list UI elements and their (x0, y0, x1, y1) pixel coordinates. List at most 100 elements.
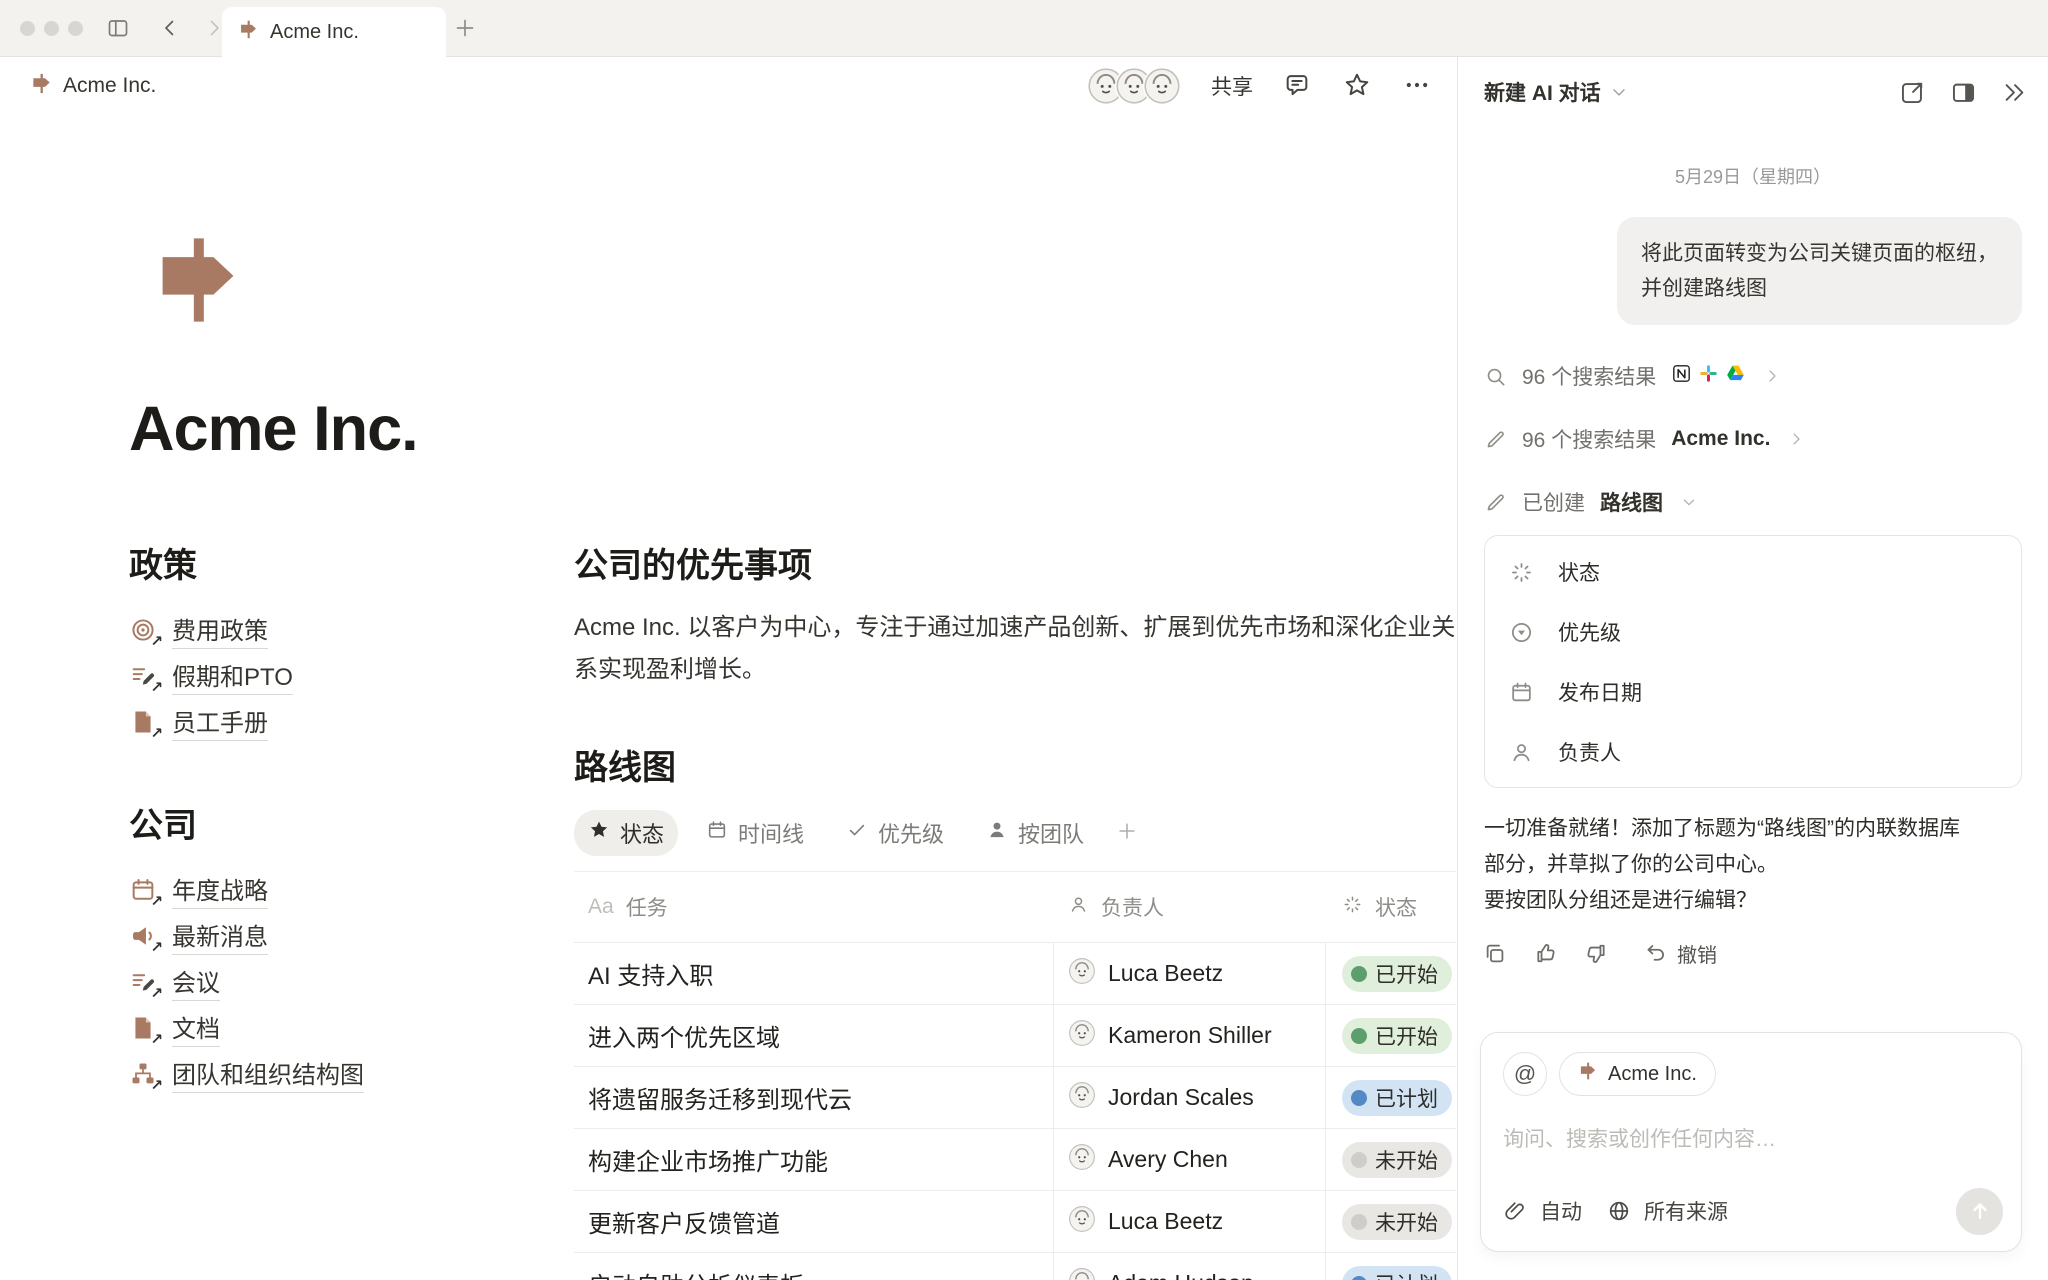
page-link[interactable]: ↗费用政策 (129, 607, 499, 653)
all-sources-button[interactable]: 所有来源 (1644, 1196, 1728, 1226)
table-row[interactable]: 启动自助分析仪表板Adam Hudson 已计划 (574, 1252, 1456, 1280)
copy-icon[interactable] (1482, 941, 1507, 966)
page-link[interactable]: ↗团队和组织结构图 (129, 1051, 499, 1097)
link-arrow-icon: ↗ (150, 632, 163, 650)
owner-cell[interactable]: Avery Chen (1054, 1129, 1326, 1190)
task-cell[interactable]: 进入两个优先区域 (574, 1005, 1054, 1066)
status-cell[interactable]: 已计划 (1326, 1067, 1456, 1128)
page-link[interactable]: ↗假期和PTO (129, 653, 499, 699)
back-icon[interactable] (157, 15, 183, 41)
chat-input[interactable]: 询问、搜索或创作任何内容… (1503, 1123, 1999, 1153)
property-row-状态[interactable]: 状态 (1485, 542, 2021, 602)
column-header-1[interactable]: Aa任务 (574, 892, 1054, 922)
status-cell[interactable]: 已计划 (1326, 1253, 1456, 1280)
pencil-icon (1484, 491, 1507, 514)
view-tab-label: 时间线 (738, 817, 804, 849)
view-tab-优先级[interactable]: 优先级 (832, 810, 958, 856)
ai-step-row[interactable]: 已创建路线图 (1484, 482, 2022, 522)
ai-step-row[interactable]: 96 个搜索结果 (1484, 356, 2022, 396)
person-icon (1068, 894, 1089, 921)
page-link[interactable]: ↗会议 (129, 959, 499, 1005)
task-cell[interactable]: 更新客户反馈管道 (574, 1191, 1054, 1252)
ai-chat-title[interactable]: 新建 AI 对话 (1484, 77, 1601, 107)
new-tab-button[interactable] (452, 15, 478, 41)
page-link-label: 最新消息 (172, 917, 268, 955)
window-controls[interactable] (20, 21, 83, 36)
tab-bar: Acme Inc. (0, 0, 2048, 57)
task-cell[interactable]: 将遗留服务迁移到现代云 (574, 1067, 1054, 1128)
task-cell[interactable]: 构建企业市场推广功能 (574, 1129, 1054, 1190)
more-options-icon[interactable] (1403, 71, 1433, 101)
table-row[interactable]: 进入两个优先区域Kameron Shiller 已开始 (574, 1004, 1456, 1066)
auto-mode-button[interactable]: 自动 (1540, 1196, 1582, 1226)
page-link-label: 年度战略 (172, 871, 268, 909)
status-badge[interactable]: 已计划 (1342, 1266, 1452, 1280)
view-tab-按团队[interactable]: 按团队 (972, 810, 1098, 856)
owner-cell[interactable]: Adam Hudson (1054, 1253, 1326, 1280)
status-cell[interactable]: 未开始 (1326, 1191, 1456, 1252)
add-view-button[interactable] (1116, 820, 1138, 847)
column-header-2[interactable]: 负责人 (1054, 892, 1326, 922)
globe-icon[interactable] (1607, 1199, 1631, 1223)
thumbs-down-icon[interactable] (1584, 941, 1609, 966)
ai-step-row[interactable]: 96 个搜索结果Acme Inc. (1484, 419, 2022, 459)
thumbs-up-icon[interactable] (1533, 941, 1558, 966)
undo-button[interactable]: 撤销 (1643, 939, 1717, 968)
sidebar-toggle-icon[interactable] (105, 15, 131, 41)
database-properties-card[interactable]: 状态优先级发布日期负责人 (1484, 535, 2022, 788)
collaborator-avatars[interactable] (1087, 67, 1181, 105)
status-cell[interactable]: 未开始 (1326, 1129, 1456, 1190)
page-signpost-icon[interactable] (148, 227, 248, 333)
active-tab[interactable]: Acme Inc. (222, 7, 446, 57)
zoom-window-button[interactable] (68, 21, 83, 36)
comments-icon[interactable] (1283, 71, 1313, 101)
roadmap-table: Aa任务负责人状态 AI 支持入职Luca Beetz已开始进入两个优先区域Ka… (574, 871, 1456, 1280)
column-header-3[interactable]: 状态 (1326, 892, 1456, 922)
calendar-icon: ↗ (129, 876, 157, 904)
view-tab-时间线[interactable]: 时间线 (692, 810, 818, 856)
table-row[interactable]: 更新客户反馈管道Luca Beetz 未开始 (574, 1190, 1456, 1252)
owner-cell[interactable]: Luca Beetz (1054, 943, 1326, 1004)
document-icon: ↗ (129, 708, 157, 736)
property-row-优先级[interactable]: 优先级 (1485, 602, 2021, 662)
breadcrumb[interactable]: Acme Inc. (30, 72, 156, 100)
minimize-window-button[interactable] (44, 21, 59, 36)
status-cell[interactable]: 已开始 (1326, 943, 1456, 1004)
collapse-panel-icon[interactable] (2001, 79, 2028, 106)
view-tab-状态[interactable]: 状态 (574, 810, 678, 856)
page-link[interactable]: ↗最新消息 (129, 913, 499, 959)
owner-cell[interactable]: Jordan Scales (1054, 1067, 1326, 1128)
status-badge[interactable]: 未开始 (1342, 1204, 1452, 1240)
send-button[interactable] (1956, 1188, 2003, 1235)
task-cell[interactable]: AI 支持入职 (574, 943, 1054, 1004)
table-row[interactable]: 构建企业市场推广功能Avery Chen 未开始 (574, 1128, 1456, 1190)
signpost-icon (238, 19, 259, 45)
status-badge[interactable]: 已计划 (1342, 1080, 1452, 1116)
page-link[interactable]: ↗员工手册 (129, 699, 499, 745)
page-link[interactable]: ↗文档 (129, 1005, 499, 1051)
status-cell[interactable]: 已开始 (1326, 1005, 1456, 1066)
chevron-down-icon[interactable] (1609, 82, 1629, 102)
chat-composer[interactable]: @ Acme Inc. 询问、搜索或创作任何内容… 自动 所有来源 (1480, 1032, 2022, 1252)
status-badge[interactable]: 已开始 (1342, 1018, 1452, 1054)
mention-chip[interactable]: @ (1503, 1052, 1547, 1096)
close-window-button[interactable] (20, 21, 35, 36)
context-chip[interactable]: Acme Inc. (1559, 1052, 1716, 1096)
favorite-star-icon[interactable] (1343, 71, 1373, 101)
page-link-label: 会议 (172, 963, 220, 1001)
table-row[interactable]: 将遗留服务迁移到现代云Jordan Scales 已计划 (574, 1066, 1456, 1128)
owner-cell[interactable]: Kameron Shiller (1054, 1005, 1326, 1066)
owner-cell[interactable]: Luca Beetz (1054, 1191, 1326, 1252)
task-cell[interactable]: 启动自助分析仪表板 (574, 1253, 1054, 1280)
property-row-负责人[interactable]: 负责人 (1485, 722, 2021, 782)
page-link[interactable]: ↗ 年度战略 (129, 867, 499, 913)
table-row[interactable]: AI 支持入职Luca Beetz 已开始 (574, 942, 1456, 1004)
panel-layout-icon[interactable] (1950, 79, 1977, 106)
status-badge[interactable]: 未开始 (1342, 1142, 1452, 1178)
status-label: 已计划 (1375, 1083, 1438, 1113)
property-row-发布日期[interactable]: 发布日期 (1485, 662, 2021, 722)
attachment-icon[interactable] (1503, 1199, 1527, 1223)
new-chat-icon[interactable] (1899, 79, 1926, 106)
status-badge[interactable]: 已开始 (1342, 956, 1452, 992)
share-button[interactable]: 共享 (1211, 71, 1253, 101)
